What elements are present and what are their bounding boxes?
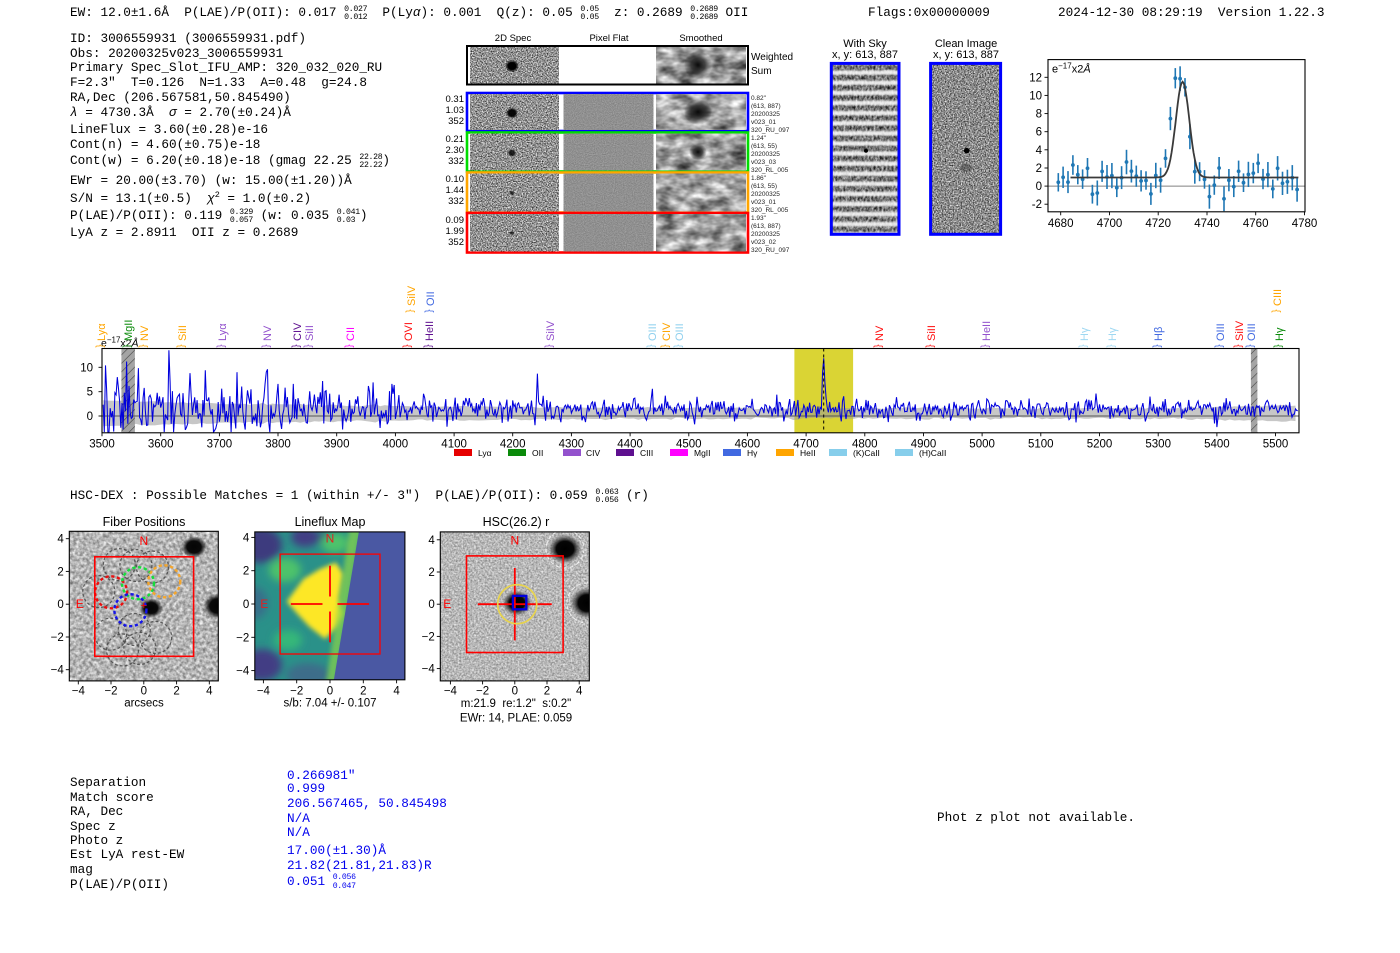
- svg-text:5: 5: [87, 387, 93, 399]
- svg-text:Lineflux Map: Lineflux Map: [295, 515, 366, 529]
- svg-text:−2: −2: [104, 686, 117, 698]
- svg-text:−4: −4: [422, 664, 436, 676]
- svg-text:−2: −2: [236, 632, 249, 644]
- svg-text:s/b: 7.04 +/- 0.107: s/b: 7.04 +/- 0.107: [283, 698, 376, 710]
- svg-text:0: 0: [243, 599, 249, 611]
- svg-text:4740: 4740: [1194, 218, 1220, 230]
- svg-text:−2: −2: [476, 686, 489, 698]
- svg-text:4780: 4780: [1292, 218, 1318, 230]
- svg-text:0: 0: [327, 686, 333, 698]
- svg-text:2: 2: [360, 686, 366, 698]
- svg-text:4720: 4720: [1145, 218, 1171, 230]
- svg-text:5500: 5500: [1263, 438, 1289, 450]
- svg-text:E: E: [76, 597, 84, 611]
- svg-text:8: 8: [1036, 109, 1042, 121]
- svg-text:e−17x2Å: e−17x2Å: [1052, 62, 1091, 76]
- svg-text:3800: 3800: [265, 438, 291, 450]
- svg-text:EWr: 14, PLAE: 0.059: EWr: 14, PLAE: 0.059: [460, 713, 572, 725]
- svg-text:−2: −2: [422, 631, 435, 643]
- svg-text:−4: −4: [257, 686, 271, 698]
- svg-text:2: 2: [57, 566, 63, 578]
- svg-text:0: 0: [87, 411, 93, 423]
- svg-text:0: 0: [512, 686, 518, 698]
- svg-text:−4: −4: [444, 686, 458, 698]
- svg-text:−4: −4: [72, 686, 86, 698]
- svg-text:N: N: [139, 534, 148, 548]
- svg-text:HSC(26.2) r: HSC(26.2) r: [483, 515, 550, 529]
- svg-text:m:21.9 re:1.2" s:0.2": m:21.9 re:1.2" s:0.2": [461, 698, 571, 710]
- svg-text:4: 4: [428, 535, 435, 547]
- svg-text:4700: 4700: [1097, 218, 1123, 230]
- svg-text:4680: 4680: [1048, 218, 1074, 230]
- svg-text:2: 2: [243, 566, 249, 578]
- svg-text:4: 4: [1036, 145, 1043, 157]
- svg-text:Fiber Positions: Fiber Positions: [103, 515, 186, 529]
- svg-text:4: 4: [576, 686, 583, 698]
- svg-text:-2: -2: [1032, 199, 1042, 211]
- svg-text:3900: 3900: [324, 438, 350, 450]
- svg-text:5200: 5200: [1087, 438, 1113, 450]
- svg-text:3500: 3500: [89, 438, 115, 450]
- svg-text:4000: 4000: [383, 438, 409, 450]
- svg-text:5000: 5000: [969, 438, 995, 450]
- svg-text:3600: 3600: [148, 438, 174, 450]
- svg-text:3700: 3700: [207, 438, 233, 450]
- svg-text:0: 0: [57, 599, 63, 611]
- svg-text:4: 4: [57, 534, 64, 546]
- svg-text:4760: 4760: [1243, 218, 1269, 230]
- svg-text:E: E: [260, 597, 268, 611]
- svg-text:−2: −2: [290, 686, 303, 698]
- svg-text:0: 0: [141, 686, 147, 698]
- svg-text:2: 2: [428, 567, 434, 579]
- svg-text:2: 2: [1036, 163, 1042, 175]
- svg-text:4: 4: [243, 532, 250, 544]
- svg-text:5100: 5100: [1028, 438, 1054, 450]
- svg-text:5400: 5400: [1204, 438, 1230, 450]
- svg-text:5300: 5300: [1145, 438, 1171, 450]
- svg-text:10: 10: [1029, 90, 1042, 102]
- svg-text:−2: −2: [51, 632, 64, 644]
- svg-text:10: 10: [80, 362, 93, 374]
- svg-text:12: 12: [1029, 72, 1042, 84]
- svg-text:E: E: [443, 597, 451, 611]
- svg-text:4: 4: [206, 686, 213, 698]
- svg-text:N: N: [510, 534, 519, 548]
- svg-text:6: 6: [1036, 127, 1042, 139]
- svg-text:N: N: [326, 531, 335, 545]
- svg-text:2: 2: [173, 686, 179, 698]
- svg-text:0: 0: [428, 599, 434, 611]
- svg-text:arcsecs: arcsecs: [124, 698, 164, 710]
- svg-text:−4: −4: [51, 665, 65, 677]
- svg-text:0: 0: [1036, 181, 1042, 193]
- svg-text:+: +: [141, 600, 147, 612]
- svg-text:4: 4: [393, 686, 400, 698]
- svg-text:2: 2: [544, 686, 550, 698]
- svg-text:−4: −4: [236, 666, 250, 678]
